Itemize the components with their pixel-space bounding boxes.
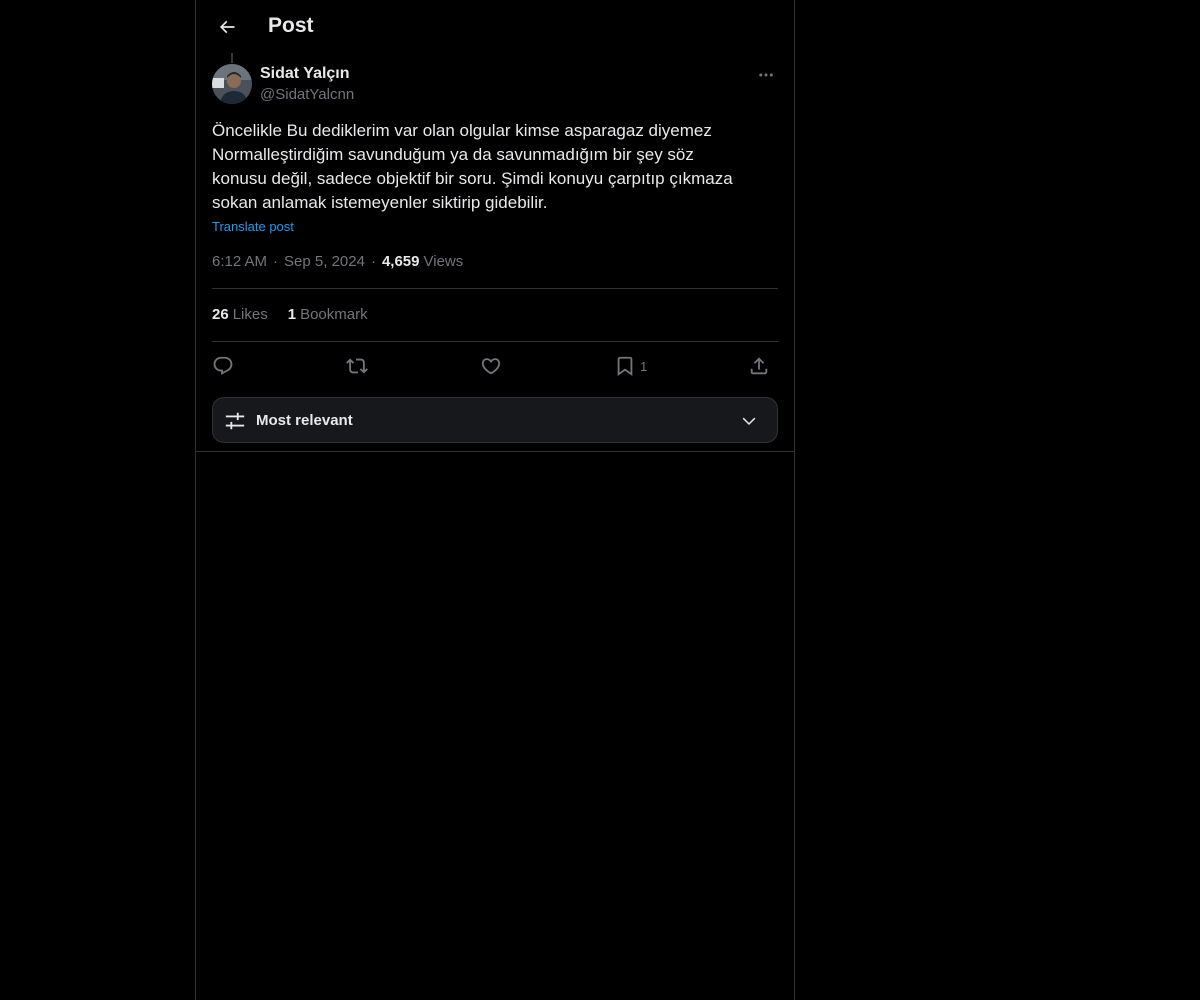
like-button[interactable]: [480, 352, 502, 380]
translate-post-link[interactable]: Translate post: [212, 219, 294, 234]
meta-separator: ·: [273, 253, 279, 270]
bookmark-button[interactable]: 1: [614, 352, 647, 380]
page-title: Post: [268, 14, 314, 37]
repost-button[interactable]: [346, 352, 368, 380]
avatar[interactable]: [212, 64, 252, 104]
views-label: Views: [423, 253, 464, 270]
share-icon: [750, 357, 768, 375]
author-handle[interactable]: @SidatYalcnn: [260, 86, 354, 103]
page-header: Post: [196, 0, 794, 53]
heart-icon: [481, 358, 501, 375]
author-name[interactable]: Sidat Yalçın: [260, 65, 350, 83]
bookmarks-stat[interactable]: 1 Bookmark: [288, 306, 368, 323]
divider: [212, 341, 778, 342]
likes-stat[interactable]: 26 Likes: [212, 306, 268, 323]
post-date[interactable]: Sep 5, 2024: [284, 253, 365, 270]
sort-label: Most relevant: [256, 412, 353, 429]
reply-button[interactable]: [212, 352, 234, 380]
meta-separator: ·: [370, 253, 376, 270]
bookmarks-label: Bookmark: [300, 306, 368, 323]
post-meta: 6:12 AM · Sep 5, 2024 · 4,659 Views: [212, 253, 463, 270]
likes-count: 26: [212, 306, 229, 323]
share-button[interactable]: [748, 352, 770, 380]
post-time[interactable]: 6:12 AM: [212, 253, 267, 270]
back-button[interactable]: [212, 12, 242, 42]
post-column: Post Sidat Yalçın @SidatYalcnn Öncelikle…: [195, 0, 795, 1000]
more-options-button[interactable]: [754, 64, 778, 86]
bookmarks-count: 1: [287, 306, 297, 323]
thread-connector-line: [231, 53, 233, 63]
engagement-stats: 26 Likes 1 Bookmark: [212, 306, 368, 323]
post-text: Öncelikle Bu dediklerim var olan olgular…: [212, 121, 733, 212]
avatar-image: [212, 64, 252, 104]
divider: [212, 288, 778, 289]
section-divider: [196, 451, 794, 452]
arrow-left-icon: [219, 20, 235, 34]
sliders-icon: [225, 412, 245, 430]
bookmark-action-count: 1: [640, 358, 648, 374]
bookmark-icon: [617, 356, 633, 377]
repost-icon: [346, 358, 368, 374]
chevron-down-icon: [742, 417, 756, 426]
likes-label: Likes: [232, 306, 268, 323]
post-actions: 1: [212, 352, 778, 380]
views-count: 4,659: [381, 253, 420, 270]
reply-icon: [213, 356, 233, 375]
author-row: Sidat Yalçın @SidatYalcnn: [212, 64, 778, 108]
reply-sort-dropdown[interactable]: Most relevant: [212, 397, 778, 443]
more-horizontal-icon: [759, 73, 773, 77]
